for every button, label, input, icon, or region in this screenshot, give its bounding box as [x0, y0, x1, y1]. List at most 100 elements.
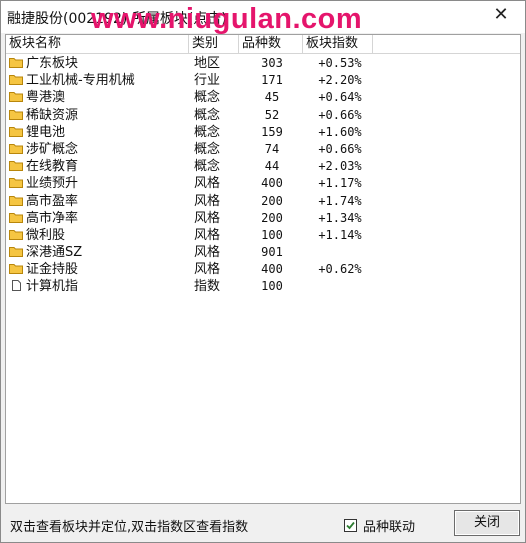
- table-row[interactable]: 计算机指 指数 100: [6, 278, 520, 295]
- linkage-checkbox[interactable]: [344, 519, 357, 532]
- row-name-cell: 微利股: [9, 227, 65, 244]
- row-index-change[interactable]: +1.34%: [308, 210, 372, 227]
- table-row[interactable]: 高市盈率 风格 200 +1.74%: [6, 193, 520, 210]
- row-count: 45: [264, 90, 280, 105]
- row-name: 深港通SZ: [26, 245, 83, 261]
- hint-text: 双击查看板块并定位,双击指数区查看指数: [10, 520, 249, 535]
- folder-icon: [9, 108, 23, 120]
- row-name: 锂电池: [26, 124, 66, 140]
- row-name: 工业机械-专用机械: [26, 73, 135, 89]
- row-index-change[interactable]: +1.17%: [308, 175, 372, 192]
- row-index-change[interactable]: +1.74%: [308, 193, 372, 210]
- row-type: 概念: [194, 124, 221, 140]
- list-rows: 广东板块 地区 303 +0.53% 工业机械-专用机械 行业 171 +2.20% 粤港澳概念…: [6, 55, 520, 296]
- row-type: 风格: [194, 210, 221, 226]
- row-name-cell: 工业机械-专用机械: [9, 72, 135, 89]
- row-type: 风格: [194, 193, 221, 209]
- row-name-cell: 广东板块: [9, 55, 78, 72]
- table-row[interactable]: 高市净率 风格 200 +1.34%: [6, 210, 520, 227]
- row-count: 303: [261, 56, 283, 70]
- row-count: 52: [264, 107, 280, 122]
- close-button[interactable]: 关闭: [454, 510, 520, 536]
- folder-icon: [9, 73, 23, 86]
- folder-icon: [9, 194, 23, 206]
- row-name-cell: 在线教育: [9, 158, 78, 175]
- row-count: 74: [264, 141, 280, 156]
- folder-icon: [9, 125, 23, 137]
- close-icon[interactable]: ✕: [491, 5, 511, 25]
- folder-icon: [9, 159, 23, 172]
- row-index-change[interactable]: +0.66%: [308, 141, 372, 158]
- row-name: 广东板块: [26, 56, 79, 71]
- table-row[interactable]: 工业机械-专用机械 行业 171 +2.20%: [6, 72, 520, 89]
- row-name: 稀缺资源: [26, 107, 79, 123]
- row-index-change[interactable]: [308, 278, 372, 295]
- row-index-change[interactable]: +0.62%: [308, 261, 372, 278]
- row-index-change[interactable]: +2.20%: [308, 72, 372, 89]
- row-name-cell: 深港通SZ: [9, 244, 82, 261]
- table-row[interactable]: 微利股 风格 100 +1.14%: [6, 227, 520, 244]
- table-row[interactable]: 业绩预升 风格 400 +1.17%: [6, 175, 520, 192]
- row-name-cell: 高市盈率: [9, 193, 78, 210]
- row-index-change[interactable]: +1.60%: [308, 124, 372, 141]
- row-name: 在线教育: [26, 159, 79, 175]
- table-row[interactable]: 证金持股 风格 400 +0.62%: [6, 261, 520, 278]
- folder-icon: [9, 228, 23, 240]
- list-header: 板块名称 类别 品种数 板块指数: [6, 35, 520, 54]
- row-name: 证金持股: [26, 262, 79, 278]
- row-type: 风格: [194, 176, 221, 192]
- row-count: 44: [264, 159, 280, 174]
- row-index-change[interactable]: +0.66%: [308, 107, 372, 124]
- row-index-change[interactable]: +0.64%: [308, 89, 372, 106]
- row-type: 地区: [194, 56, 221, 71]
- folder-icon: [9, 245, 23, 258]
- row-index-change[interactable]: [308, 244, 372, 261]
- row-type: 概念: [194, 159, 221, 175]
- row-name-cell: 计算机指: [9, 278, 78, 295]
- row-name: 计算机指: [26, 279, 79, 295]
- row-type: 指数: [194, 279, 221, 295]
- row-count: 901: [261, 245, 283, 260]
- row-name: 高市净率: [26, 210, 79, 226]
- document-icon: [9, 279, 23, 292]
- linkage-checkbox-wrap[interactable]: 品种联动: [344, 516, 415, 535]
- row-index-change[interactable]: +1.14%: [308, 227, 372, 244]
- row-index-change[interactable]: +0.53%: [308, 55, 372, 72]
- table-row[interactable]: 稀缺资源 概念 52 +0.66%: [6, 107, 520, 124]
- row-name-cell: 证金持股: [9, 261, 78, 278]
- sector-list[interactable]: 板块名称 类别 品种数 板块指数 广东板块 地区 303 +0.53% 工业机械-专用机…: [5, 34, 521, 504]
- table-row[interactable]: 锂电池 概念 159 +1.60%: [6, 124, 520, 141]
- row-type: 风格: [194, 227, 221, 243]
- row-name: 粤港澳: [26, 90, 66, 106]
- table-row[interactable]: 涉矿概念 概念 74 +0.66%: [6, 141, 520, 158]
- folder-icon: [9, 90, 23, 103]
- row-name-cell: 高市净率: [9, 210, 78, 227]
- row-count: 200: [261, 193, 283, 208]
- table-row[interactable]: 粤港澳 概念 45 +0.64%: [6, 89, 520, 106]
- table-row[interactable]: 广东板块 地区 303 +0.53%: [6, 55, 520, 72]
- column-header-type[interactable]: 类别: [189, 35, 239, 53]
- row-name-cell: 锂电池: [9, 124, 65, 141]
- table-row[interactable]: 在线教育 概念 44 +2.03%: [6, 158, 520, 175]
- linkage-checkbox-label: 品种联动: [363, 520, 416, 535]
- column-header-index[interactable]: 板块指数: [303, 35, 373, 53]
- row-count: 159: [261, 124, 283, 139]
- watermark-text: www.niugulan.com: [91, 3, 363, 35]
- row-count: 400: [261, 176, 283, 191]
- row-name-cell: 粤港澳: [9, 89, 65, 106]
- row-index-change[interactable]: +2.03%: [308, 158, 372, 175]
- row-name-cell: 稀缺资源: [9, 107, 78, 124]
- column-header-name[interactable]: 板块名称: [6, 35, 189, 53]
- row-type: 行业: [194, 73, 221, 89]
- row-count: 100: [261, 227, 283, 242]
- table-row[interactable]: 深港通SZ 风格 901: [6, 244, 520, 261]
- row-type: 风格: [194, 245, 221, 261]
- row-name-cell: 业绩预升: [9, 175, 78, 192]
- title-bar[interactable]: 融捷股份(002192) 所属板块(点击) www.niugulan.com ✕: [1, 1, 525, 35]
- column-header-count[interactable]: 品种数: [239, 35, 303, 53]
- row-type: 风格: [194, 262, 221, 278]
- row-name: 业绩预升: [26, 176, 79, 192]
- row-count: 171: [261, 73, 283, 88]
- folder-icon: [9, 142, 23, 154]
- row-name: 涉矿概念: [26, 141, 79, 157]
